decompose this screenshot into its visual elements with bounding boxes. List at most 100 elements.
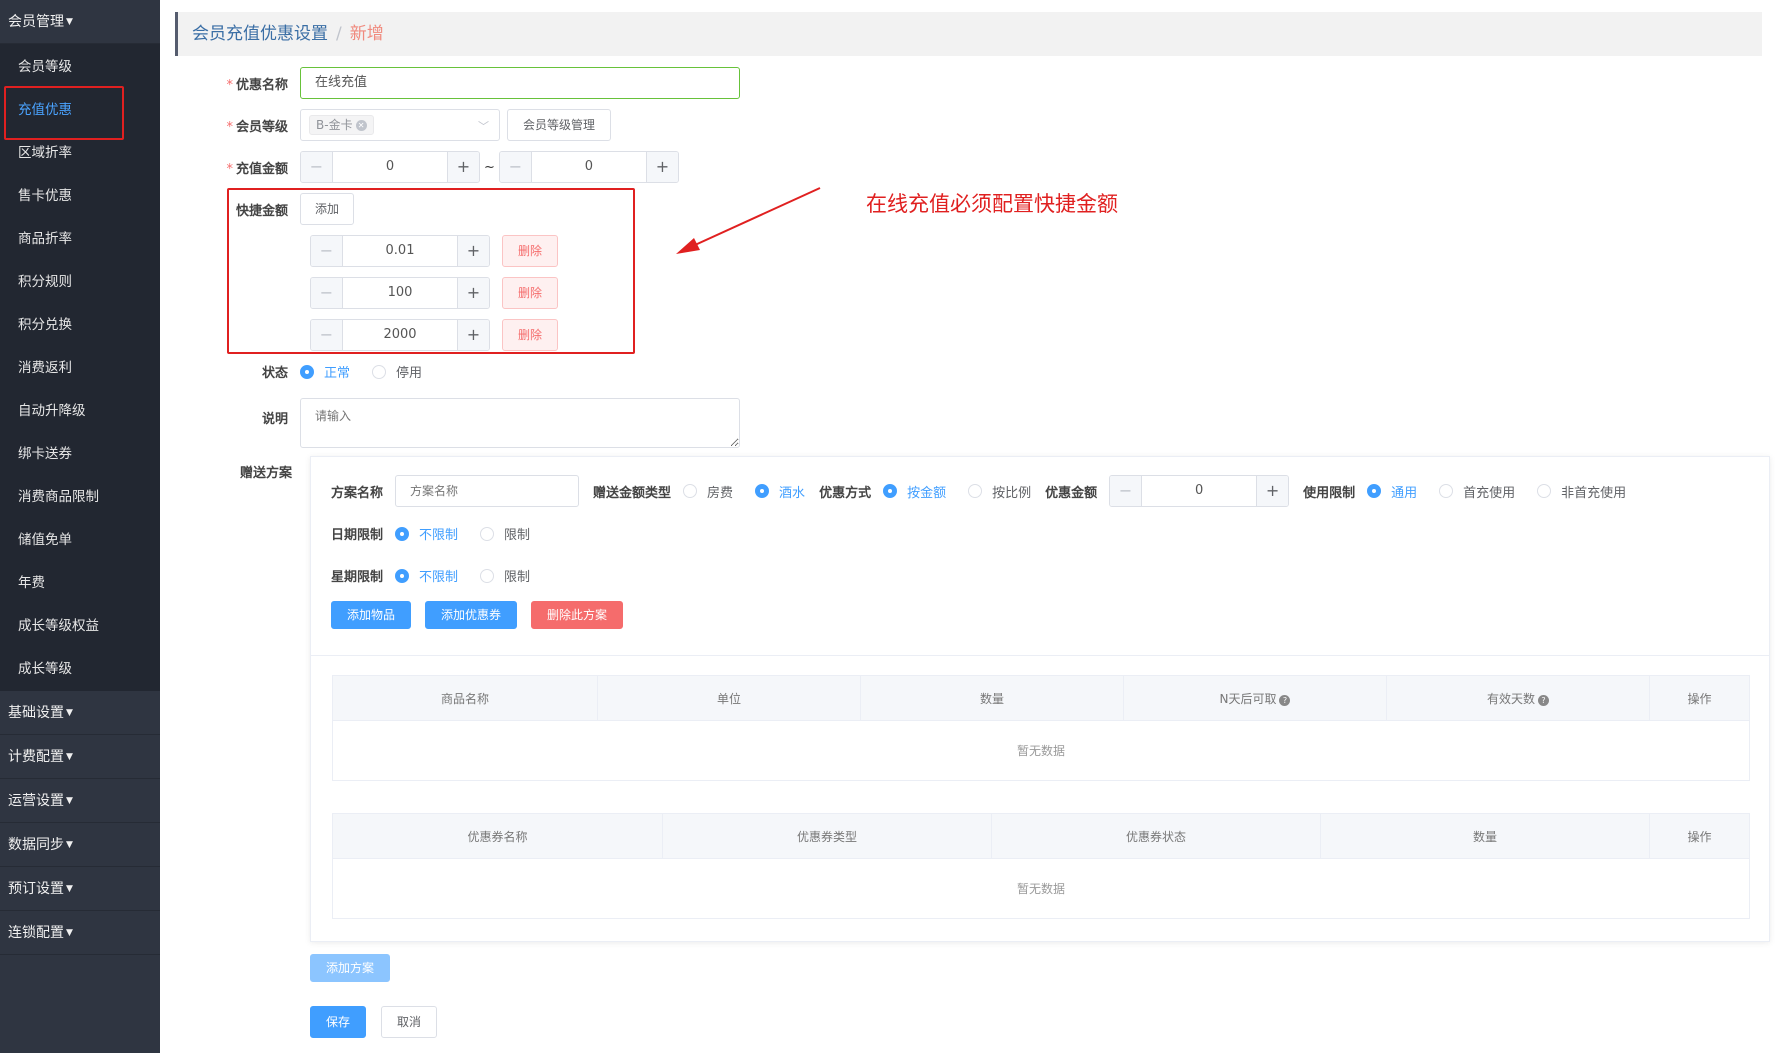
- add-item-button[interactable]: 添加物品: [331, 601, 411, 629]
- usage-first-radio[interactable]: 首充使用: [1439, 482, 1515, 501]
- amount-min-value[interactable]: 0: [333, 152, 447, 182]
- gift-type-label: 赠送金额类型: [593, 485, 672, 501]
- sidebar-item-bind-card-coupon[interactable]: 绑卡送券: [0, 433, 160, 476]
- save-button[interactable]: 保存: [310, 1006, 366, 1038]
- plus-icon[interactable]: +: [447, 152, 479, 182]
- column-header: 操作: [1649, 813, 1750, 859]
- date-limited-radio[interactable]: 限制: [480, 524, 530, 543]
- sidebar-item-growth-rights[interactable]: 成长等级权益: [0, 605, 160, 648]
- radio-dot: [1439, 484, 1454, 498]
- caret-down-icon: ▼: [66, 884, 73, 894]
- amount-max-stepper[interactable]: −0 +: [498, 151, 679, 183]
- radio-label: 停用: [396, 366, 423, 381]
- name-label: * 优惠名称: [160, 74, 300, 93]
- amount-min-stepper[interactable]: −0 +: [300, 151, 480, 183]
- sidebar-item-goods-limit[interactable]: 消费商品限制: [0, 476, 160, 519]
- level-manage-button[interactable]: 会员等级管理: [507, 109, 612, 141]
- radio-dot: [755, 484, 770, 498]
- delete-plan-button[interactable]: 删除此方案: [531, 601, 623, 629]
- column-header: 优惠券状态: [991, 813, 1321, 859]
- status-disabled-radio[interactable]: 停用: [372, 362, 422, 381]
- week-unlimited-radio[interactable]: 不限制: [395, 566, 458, 585]
- menu-group-label: 运营设置: [8, 793, 64, 809]
- name-input[interactable]: 在线充值: [300, 67, 740, 99]
- sidebar-item-points-rule[interactable]: 积分规则: [0, 261, 160, 304]
- sidebar-item-points-exchange[interactable]: 积分兑换: [0, 304, 160, 347]
- menu-group-billing[interactable]: 计费配置 ▼: [0, 735, 160, 779]
- column-header: 有效天数: [1486, 691, 1535, 706]
- discount-amount-stepper[interactable]: −0 +: [1109, 475, 1290, 507]
- sidebar-item-recharge-discount[interactable]: 充值优惠: [0, 86, 160, 140]
- status-label: 状态: [261, 366, 288, 381]
- tag-close-icon[interactable]: ✕: [355, 120, 367, 131]
- table-header-row: 优惠券名称 优惠券类型 优惠券状态 数量 操作: [332, 813, 1750, 859]
- radio-label: 不限制: [419, 570, 459, 585]
- sidebar-item-member-level[interactable]: 会员等级: [0, 46, 160, 89]
- sidebar-item-goods-discount[interactable]: 商品折率: [0, 218, 160, 261]
- minus-icon[interactable]: −: [301, 152, 333, 182]
- plan-name-label: 方案名称: [331, 485, 384, 501]
- table-row: 暂无数据: [332, 720, 1750, 781]
- radio-dot: [1537, 484, 1552, 498]
- week-limited-radio[interactable]: 限制: [480, 566, 530, 585]
- help-icon[interactable]: ?: [1538, 694, 1549, 706]
- breadcrumb-parent[interactable]: 会员充值优惠设置: [192, 24, 328, 44]
- plan-card: 方案名称 赠送金额类型 房费 酒水 优惠方式 按金额 按比例 优惠金额 −0+ …: [310, 456, 1770, 942]
- help-icon[interactable]: ?: [1279, 694, 1291, 706]
- sidebar-item-auto-level[interactable]: 自动升降级: [0, 390, 160, 433]
- plus-icon[interactable]: +: [645, 152, 678, 182]
- empty-text: 暂无数据: [332, 858, 1750, 919]
- menu-group-sync[interactable]: 数据同步 ▼: [0, 823, 160, 867]
- plan-name-input[interactable]: [395, 475, 580, 507]
- plan-row-week: 星期限制 不限制 限制: [331, 566, 552, 585]
- add-coupon-button[interactable]: 添加优惠券: [425, 601, 517, 629]
- column-header: 操作: [1649, 675, 1750, 721]
- discount-amount-value[interactable]: 0: [1142, 476, 1256, 506]
- plus-icon[interactable]: +: [1256, 476, 1289, 506]
- gift-type-drink-radio[interactable]: 酒水: [755, 482, 805, 501]
- column-header: 数量: [1320, 813, 1650, 859]
- radio-label: 首充使用: [1463, 485, 1516, 501]
- add-plan-button[interactable]: 添加方案: [310, 954, 390, 982]
- discount-mode-label: 优惠方式: [819, 485, 872, 501]
- caret-down-icon: ▼: [66, 796, 73, 806]
- sidebar-item-region-discount[interactable]: 区域折率: [0, 132, 160, 175]
- level-tag-text: B-金卡: [316, 118, 353, 132]
- minus-icon[interactable]: −: [499, 152, 532, 182]
- date-unlimited-radio[interactable]: 不限制: [395, 524, 458, 543]
- form-row-amount: * 充值金额 −0 + ~ −0 +: [160, 151, 679, 183]
- column-header: 数量: [860, 675, 1124, 721]
- table-header-row: 商品名称 单位 数量 N天后可取? 有效天数? 操作: [332, 675, 1750, 721]
- sidebar-item-growth-level[interactable]: 成长等级: [0, 648, 160, 691]
- menu-group-operation[interactable]: 运营设置 ▼: [0, 779, 160, 823]
- plan-action-buttons: 添加物品 添加优惠券 删除此方案: [331, 601, 623, 629]
- sidebar-item-annual-fee[interactable]: 年费: [0, 562, 160, 605]
- gift-type-room-radio[interactable]: 房费: [683, 482, 733, 501]
- cancel-button[interactable]: 取消: [381, 1006, 437, 1038]
- menu-group-basic[interactable]: 基础设置 ▼: [0, 691, 160, 735]
- level-select[interactable]: B-金卡 ✕ ﹀: [300, 109, 500, 141]
- minus-icon[interactable]: −: [1110, 476, 1143, 506]
- mode-ratio-radio[interactable]: 按比例: [968, 482, 1031, 501]
- coupon-table: 优惠券名称 优惠券类型 优惠券状态 数量 操作 暂无数据: [332, 813, 1750, 919]
- annotation-highlight-box: [227, 188, 635, 354]
- caret-down-icon: ▼: [66, 752, 73, 762]
- remark-textarea[interactable]: [300, 398, 740, 448]
- status-normal-radio[interactable]: 正常: [300, 362, 350, 381]
- radio-dot: [372, 364, 387, 379]
- level-tag: B-金卡 ✕: [309, 115, 374, 135]
- mode-amount-radio[interactable]: 按金额: [883, 482, 946, 501]
- usage-non-first-radio[interactable]: 非首充使用: [1537, 482, 1626, 501]
- radio-dot: [883, 484, 898, 498]
- sidebar-item-consume-rebate[interactable]: 消费返利: [0, 347, 160, 390]
- sidebar-item-card-sale-discount[interactable]: 售卡优惠: [0, 175, 160, 218]
- sidebar-item-stored-free[interactable]: 储值免单: [0, 519, 160, 562]
- amount-max-value[interactable]: 0: [532, 152, 646, 182]
- menu-group-member[interactable]: 会员管理 ▼: [0, 0, 160, 44]
- caret-down-icon: ▼: [66, 928, 73, 938]
- usage-general-radio[interactable]: 通用: [1367, 482, 1417, 501]
- radio-label: 正常: [324, 366, 351, 381]
- menu-group-booking[interactable]: 预订设置 ▼: [0, 867, 160, 911]
- menu-group-chain[interactable]: 连锁配置 ▼: [0, 911, 160, 955]
- radio-dot: [395, 526, 410, 541]
